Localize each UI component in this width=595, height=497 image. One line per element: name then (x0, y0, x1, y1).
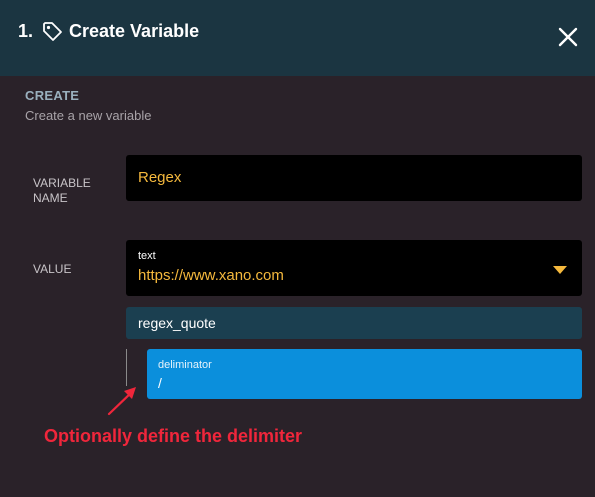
close-icon[interactable] (555, 24, 581, 50)
step-number: 1. (18, 20, 34, 41)
value-label: VALUE (33, 262, 72, 276)
panel-title: 1. Create Variable (18, 20, 199, 42)
argument-label: deliminator (158, 359, 212, 371)
variable-name-label: VARIABLE NAME (33, 176, 91, 205)
variable-name-input[interactable]: Regex (126, 155, 582, 201)
value-text: https://www.xano.com (138, 267, 284, 284)
panel-header: 1. Create Variable (0, 0, 595, 76)
chevron-down-icon[interactable] (553, 266, 567, 274)
filter-argument-input[interactable]: deliminator / (147, 349, 582, 399)
panel-title-text: Create Variable (69, 20, 200, 41)
value-type-label: text (138, 250, 156, 262)
value-input[interactable]: text https://www.xano.com (126, 240, 582, 296)
annotation-text: Optionally define the delimiter (44, 426, 303, 446)
argument-value: / (158, 375, 162, 391)
section-subtitle: Create a new variable (25, 108, 152, 123)
section-heading: CREATE (25, 88, 80, 103)
tag-icon (41, 20, 63, 42)
annotation-arrow-icon (107, 387, 136, 416)
filter-item[interactable]: regex_quote (126, 307, 582, 339)
tree-connector (126, 349, 127, 386)
